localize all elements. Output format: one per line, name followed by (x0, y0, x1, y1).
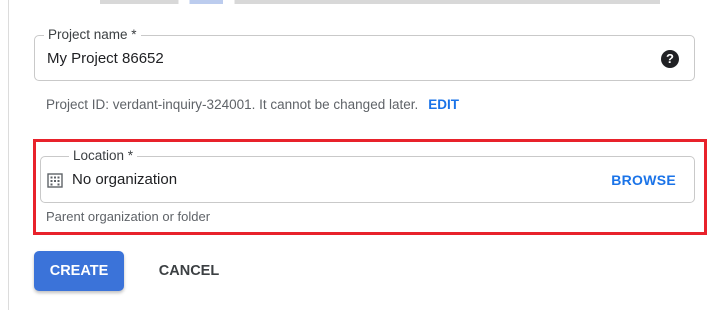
browse-button[interactable]: BROWSE (611, 170, 676, 190)
create-project-form: Project name * My Project 86652 ? Projec… (0, 0, 710, 310)
edit-project-id-link[interactable]: EDIT (428, 97, 459, 112)
project-id-info: Project ID: verdant-inquiry-324001. It c… (46, 96, 459, 114)
project-name-field[interactable]: Project name * My Project 86652 ? (34, 25, 695, 81)
location-label: Location * (69, 146, 138, 166)
project-id-text: Project ID: verdant-inquiry-324001. It c… (46, 97, 419, 112)
cancel-button[interactable]: CANCEL (144, 251, 234, 291)
project-name-value[interactable]: My Project 86652 (47, 49, 164, 69)
building-icon (47, 173, 63, 188)
location-hint: Parent organization or folder (46, 209, 211, 224)
left-divider (8, 0, 9, 310)
create-button[interactable]: CREATE (34, 251, 124, 291)
location-field[interactable]: Location * No organization BROWSE (40, 146, 695, 203)
cropped-top-text (100, 0, 660, 4)
project-name-label: Project name * (44, 25, 141, 45)
location-value: No organization (72, 171, 178, 188)
help-circle-icon[interactable]: ? (661, 50, 679, 68)
